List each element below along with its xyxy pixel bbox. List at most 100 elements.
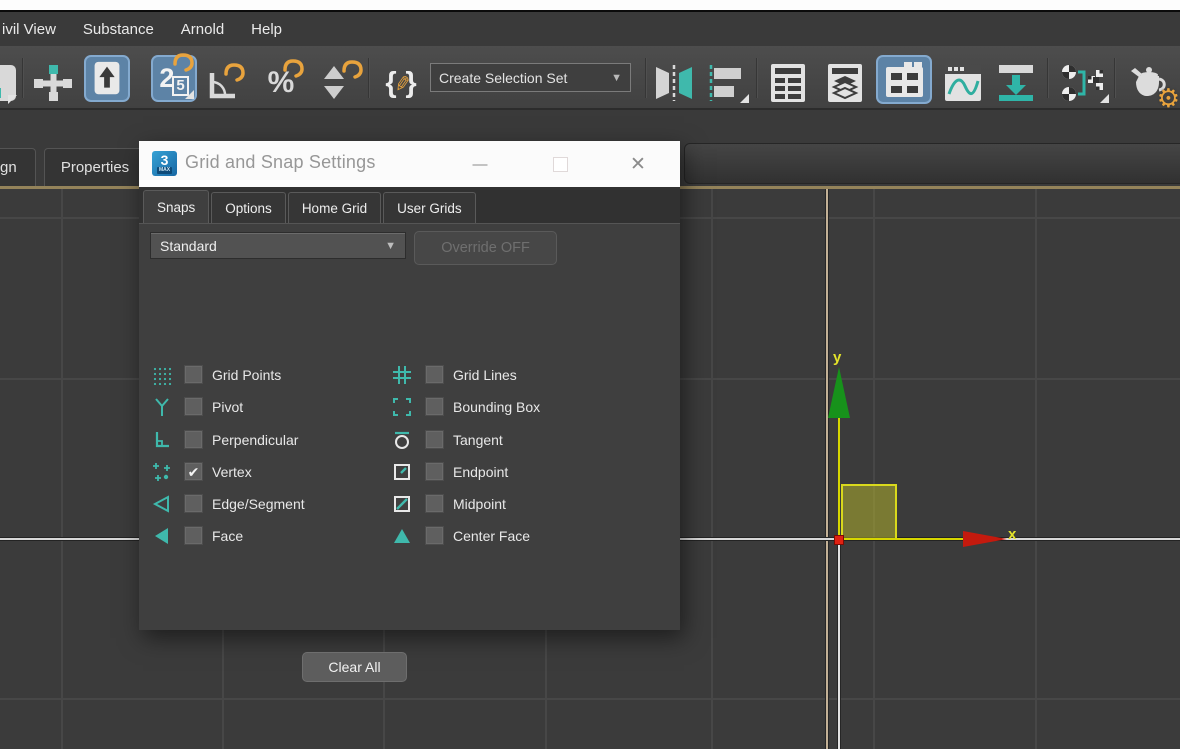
scene-explorer-icon[interactable] [767, 62, 809, 104]
snaps-toggle-button[interactable]: 25 [151, 53, 197, 102]
edge-segment-checkbox[interactable] [184, 494, 203, 513]
vertex-checkbox[interactable]: ✔ [184, 462, 203, 481]
maximize-icon [552, 156, 568, 172]
clear-all-label: Clear All [328, 659, 381, 675]
endpoint-checkbox[interactable] [425, 462, 444, 481]
grid-points-checkbox[interactable] [184, 365, 203, 384]
chevron-down-icon: ▼ [611, 71, 622, 84]
center-face-icon [392, 526, 412, 546]
toolbar-separator [1114, 58, 1116, 98]
snap-item-label: Grid Lines [453, 367, 517, 383]
3dsmax-logo-icon: 3 MAX [152, 151, 177, 176]
select-object-icon [94, 61, 120, 94]
3dsmax-window: ivil View Substance Arnold Help 2 5 % {… [0, 0, 1180, 749]
percent-snap-toggle-icon[interactable]: % [257, 59, 305, 104]
minimize-button[interactable]: — [465, 150, 495, 178]
menu-item-help[interactable]: Help [251, 21, 282, 38]
snap-item-label: Bounding Box [453, 399, 541, 415]
toolbar-separator [645, 58, 647, 98]
override-off-button[interactable]: Override OFF [414, 231, 557, 265]
toolbar-separator [22, 58, 24, 98]
material-editor-icon[interactable] [1058, 62, 1110, 104]
check-icon: ✔ [187, 463, 200, 480]
mirror-icon[interactable] [651, 62, 697, 104]
dialog-title-bar[interactable]: 3 MAX Grid and Snap Settings — ✕ [139, 141, 680, 187]
menu-item-substance[interactable]: Substance [83, 21, 154, 38]
select-object-button[interactable] [84, 55, 130, 102]
tab-user-grids[interactable]: User Grids [383, 192, 476, 223]
angle-snap-toggle-icon[interactable] [201, 62, 247, 104]
bounding-box-icon [392, 397, 412, 417]
snap-item-label: Midpoint [453, 496, 506, 512]
flyout-arrow-icon [8, 95, 17, 104]
tab-snaps[interactable]: Snaps [143, 190, 210, 223]
flyout-arrow-icon [185, 90, 194, 99]
dialog-tab-strip: Snaps Options Home Grid User Grids [139, 187, 680, 224]
ribbon-tab-label: lign [0, 159, 17, 176]
bounding-box-checkbox[interactable] [425, 397, 444, 416]
toolbar-separator [1047, 58, 1049, 98]
vertex-icon [152, 462, 172, 482]
edge-segment-icon [152, 494, 172, 514]
perpendicular-checkbox[interactable] [184, 430, 203, 449]
chevron-down-icon: ▼ [385, 239, 396, 252]
gizmo-x-axis-line [841, 538, 965, 540]
tab-label: Snaps [157, 199, 196, 215]
dialog-body: Standard ▼ Override OFF Grid Points Grid… [139, 225, 680, 682]
ribbon-tab-properties[interactable]: Properties [44, 148, 146, 186]
grid-lines-checkbox[interactable] [425, 365, 444, 384]
grid-y-axis-line [838, 542, 840, 749]
ribbon-toggle-button[interactable] [876, 55, 932, 104]
center-face-checkbox[interactable] [425, 526, 444, 545]
snap-hook-icon [173, 53, 194, 72]
tab-home-grid[interactable]: Home Grid [287, 192, 382, 223]
align-icon[interactable] [700, 62, 750, 104]
flyout-arrow-icon [740, 94, 749, 103]
curve-editor-icon[interactable] [940, 62, 986, 104]
schematic-view-icon[interactable] [993, 62, 1039, 104]
tangent-checkbox[interactable] [425, 430, 444, 449]
pivot-checkbox[interactable] [184, 397, 203, 416]
endpoint-icon [392, 462, 412, 482]
snap-item-label: Edge/Segment [212, 496, 305, 512]
toolbar-separator [368, 58, 370, 98]
tab-options[interactable]: Options [211, 192, 286, 223]
preset-value: Standard [160, 237, 217, 254]
snap-preset-dropdown[interactable]: Standard ▼ [150, 232, 406, 259]
snap-item-label: Tangent [453, 432, 503, 448]
gizmo-origin-point[interactable] [834, 535, 844, 545]
face-checkbox[interactable] [184, 526, 203, 545]
menu-item-arnold[interactable]: Arnold [181, 21, 224, 38]
spinner-snap-toggle-icon[interactable] [312, 60, 363, 104]
grid-line [873, 189, 875, 749]
face-icon [152, 526, 172, 546]
perpendicular-icon [152, 430, 172, 450]
menu-item-civil-view[interactable]: ivil View [2, 21, 56, 38]
collapsed-ribbon-bar [684, 143, 1180, 184]
gizmo-y-arrow[interactable] [828, 367, 850, 418]
selection-set-value: Create Selection Set [439, 69, 568, 86]
ribbon-tab-align[interactable]: lign [0, 148, 36, 186]
grid-lines-icon [392, 365, 412, 385]
keyboard-shortcut-override-icon[interactable]: { ✎ } [377, 62, 425, 104]
create-selection-set-dropdown[interactable]: Create Selection Set ▼ [430, 63, 631, 92]
midpoint-checkbox[interactable] [425, 494, 444, 513]
tab-label: Options [225, 200, 272, 216]
gizmo-x-arrow[interactable] [963, 531, 1007, 547]
select-and-move-icon[interactable] [30, 62, 74, 104]
maximize-button[interactable] [545, 150, 575, 178]
menu-bar: ivil View Substance Arnold Help [0, 10, 1180, 46]
grid-line [0, 698, 1180, 700]
render-setup-icon[interactable]: ⚙ [1122, 62, 1180, 111]
tangent-icon [392, 430, 412, 450]
toolbar-separator [756, 58, 758, 98]
world-y-axis-line [826, 189, 828, 749]
ribbon-tab-label: Properties [60, 159, 130, 176]
close-button[interactable]: ✕ [623, 150, 653, 178]
override-label: Override OFF [441, 240, 530, 256]
layer-explorer-icon[interactable] [824, 62, 866, 104]
selected-rectangle-shape[interactable] [841, 484, 897, 540]
clear-all-button[interactable]: Clear All [302, 652, 407, 682]
close-icon: ✕ [630, 153, 646, 175]
tab-label: User Grids [397, 200, 462, 216]
